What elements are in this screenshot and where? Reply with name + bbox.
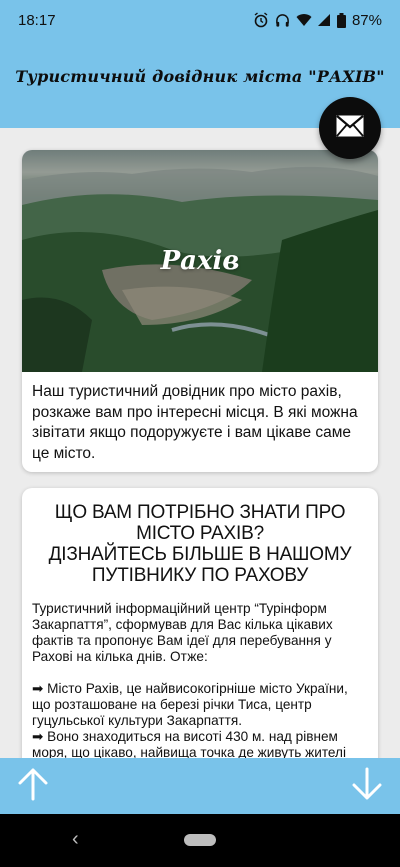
battery-percent: 87% [351, 11, 382, 29]
back-chevron-icon[interactable]: ‹ [72, 828, 79, 851]
signal-icon [317, 13, 331, 27]
info-body: Туристичний інформаційний центр “Турінфо… [22, 586, 378, 758]
page-title: Туристичний довідник міста "РАХІВ" [15, 66, 385, 86]
scroll-up-button[interactable] [16, 767, 50, 806]
info-heading: ЩО ВАМ ПОТРІБНО ЗНАТИ ПРО МІСТО РАХІВ? Д… [22, 488, 378, 586]
intro-card: Рахів Наш туристичний довідник про місто… [22, 150, 378, 472]
status-time: 18:17 [18, 11, 56, 29]
info-fact-2: ➡ Воно знаходиться на висоті 430 м. над … [32, 729, 346, 758]
content-scroll[interactable]: Рахів Наш туристичний довідник про місто… [0, 128, 400, 758]
hero-title: Рахів [160, 246, 240, 276]
battery-icon [336, 12, 346, 28]
mail-icon [336, 114, 364, 142]
system-nav-bar: ‹ [0, 814, 400, 867]
info-heading-line-1: ЩО ВАМ ПОТРІБНО ЗНАТИ ПРО МІСТО РАХІВ? [54, 502, 346, 544]
info-intro: Туристичний інформаційний центр “Турінфо… [32, 601, 333, 664]
status-icons: 87% [253, 12, 382, 29]
alarm-icon [253, 12, 269, 28]
intro-description: Наш туристичний довідник про місто рахів… [32, 383, 358, 462]
town-photo: Рахів [22, 150, 378, 372]
home-pill[interactable] [184, 834, 216, 846]
status-bar: 18:17 87% [0, 0, 400, 40]
wifi-icon [296, 13, 312, 27]
scroll-down-button[interactable] [350, 767, 384, 806]
bottom-bar [0, 758, 400, 814]
info-fact-1: ➡ Місто Рахів, це найвисокогірніше місто… [32, 681, 348, 728]
arrow-down-icon [350, 767, 384, 805]
arrow-up-icon [16, 768, 50, 805]
mail-button[interactable] [319, 97, 381, 159]
info-heading-line-2: ДІЗНАЙТЕСЬ БІЛЬШЕ В НАШОМУ ПУТІВНИКУ ПО … [48, 544, 352, 586]
info-card: ЩО ВАМ ПОТРІБНО ЗНАТИ ПРО МІСТО РАХІВ? Д… [22, 488, 378, 758]
headphones-icon [275, 13, 290, 28]
